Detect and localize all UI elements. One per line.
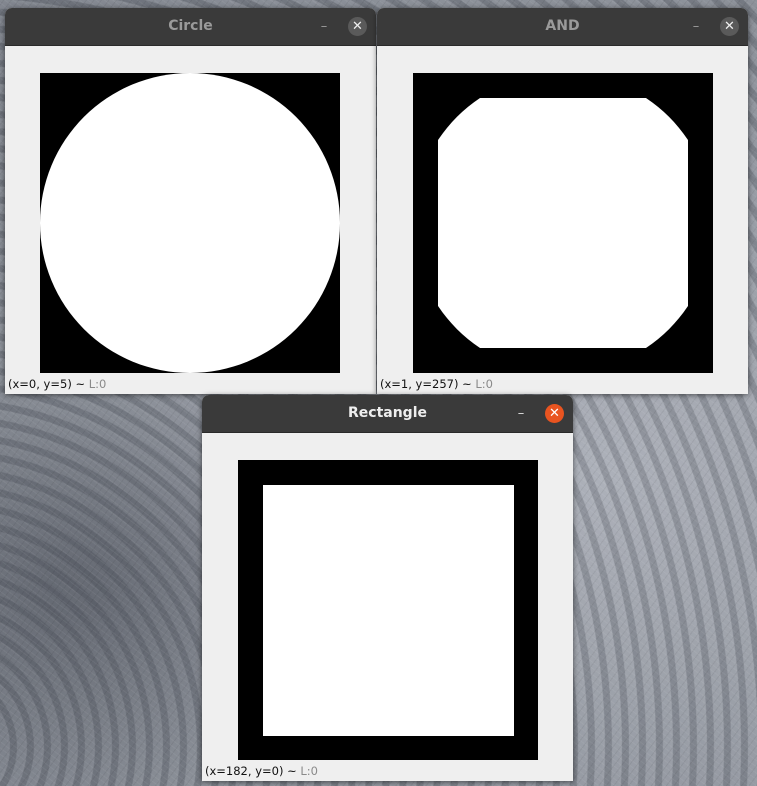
and-image[interactable] — [413, 73, 713, 373]
minimize-icon[interactable]: – — [511, 404, 531, 424]
status-separator: ~ — [287, 764, 297, 778]
rectangle-image-svg — [238, 460, 538, 760]
status-bar: (x=182, y=0) ~ L:0 — [205, 764, 318, 778]
cursor-coordinates: (x=0, y=5) — [8, 377, 72, 391]
and-titlebar[interactable]: AND – ✕ — [377, 8, 748, 46]
close-icon[interactable]: ✕ — [545, 404, 564, 423]
rectangle-image[interactable] — [238, 460, 538, 760]
minimize-icon[interactable]: – — [314, 17, 334, 37]
circle-image[interactable] — [40, 73, 340, 373]
cursor-coordinates: (x=1, y=257) — [380, 377, 459, 391]
status-bar: (x=0, y=5) ~ L:0 — [8, 377, 106, 391]
circle-window[interactable]: Circle – ✕ (x=0, y=5) ~ L:0 — [5, 8, 376, 394]
pixel-level: L:0 — [300, 764, 318, 778]
and-image-svg — [413, 73, 713, 373]
close-icon[interactable]: ✕ — [720, 17, 739, 36]
close-icon[interactable]: ✕ — [348, 17, 367, 36]
and-window[interactable]: AND – ✕ (x=1, y=257) ~ L:0 — [377, 8, 748, 394]
status-bar: (x=1, y=257) ~ L:0 — [380, 377, 493, 391]
minimize-icon[interactable]: – — [686, 17, 706, 37]
rectangle-window[interactable]: Rectangle – ✕ (x=182, y=0) ~ L:0 — [202, 395, 573, 781]
white-rectangle-shape — [263, 485, 514, 736]
circle-image-svg — [40, 73, 340, 373]
status-separator: ~ — [75, 377, 86, 391]
and-result-shape — [438, 98, 688, 348]
white-circle-shape — [40, 73, 340, 373]
rectangle-titlebar[interactable]: Rectangle – ✕ — [202, 395, 573, 433]
pixel-level: L:0 — [475, 377, 493, 391]
status-separator: ~ — [462, 377, 472, 391]
pixel-level: L:0 — [88, 377, 107, 391]
cursor-coordinates: (x=182, y=0) — [205, 764, 284, 778]
circle-titlebar[interactable]: Circle – ✕ — [5, 8, 376, 46]
